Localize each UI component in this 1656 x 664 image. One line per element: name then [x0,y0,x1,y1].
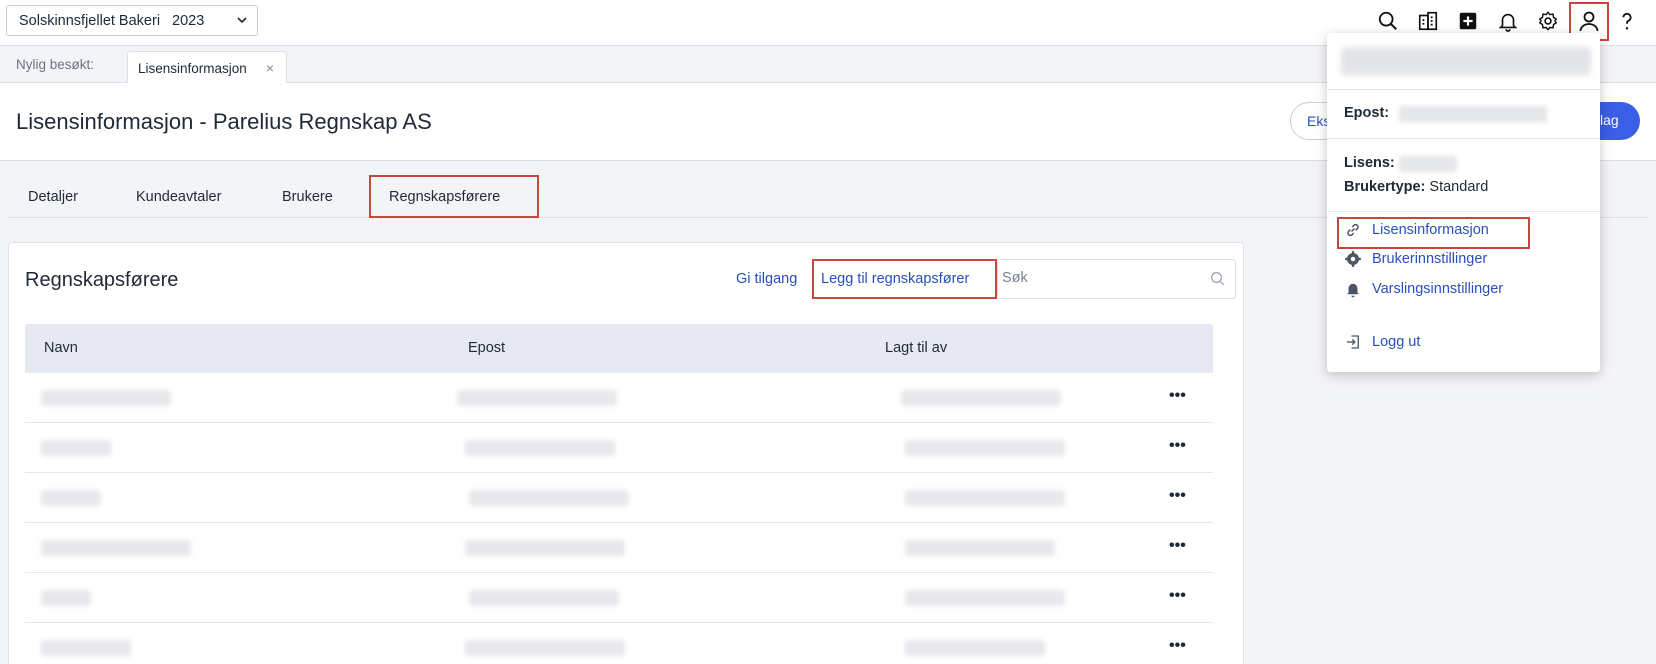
user-icon [1579,11,1599,32]
logout-label: Logg ut [1372,334,1421,350]
usertype-row: Brukertype: Standard [1344,179,1488,195]
column-header-lagt-til-av: Lagt til av [885,340,948,356]
usertype-value: Standard [1429,179,1489,195]
menu-item-brukerinnstillinger[interactable]: Brukerinnstillinger [1344,250,1487,268]
redacted-name [41,390,171,406]
redacted-email [465,640,625,656]
license-label: Lisens: [1344,155,1395,171]
column-header-navn: Navn [44,340,78,356]
redacted-name [41,640,131,656]
tab-brukere[interactable]: Brukere [282,189,333,205]
building-icon[interactable] [1415,8,1441,34]
email-row: Epost: [1344,105,1389,121]
accountants-table: Navn Epost Lagt til av ••• ••• ••• ••• •… [25,324,1213,664]
redacted-email [469,490,629,506]
table-row[interactable]: ••• [25,623,1213,664]
row-actions-button[interactable]: ••• [1169,437,1186,455]
recent-tab-lisensinformasjon[interactable]: Lisensinformasjon × [127,51,287,84]
tab-regnskapsforere-label: Regnskapsførere [389,189,501,205]
search-field[interactable] [997,259,1236,299]
give-access-link[interactable]: Gi tilgang [736,271,797,287]
card-title: Regnskapsførere [25,269,179,291]
logout-button[interactable]: Logg ut [1344,333,1420,351]
search-input[interactable] [998,260,1178,296]
usertype-label: Brukertype: [1344,179,1426,195]
user-dropdown-menu: Epost: Lisens: Brukertype: Standard Lise… [1327,33,1600,372]
table-header: Navn Epost Lagt til av [25,324,1213,373]
company-name: Solskinnsfjellet Bakeri [19,12,161,29]
bell-icon [1347,283,1359,298]
redacted-added-by [905,590,1065,606]
divider [1327,211,1600,212]
row-actions-button[interactable]: ••• [1169,587,1186,605]
menu-item-label: Brukerinnstillinger [1372,251,1488,267]
redacted-user-name [1341,47,1591,75]
accountants-card: Regnskapsførere Gi tilgang Legg til regn… [8,242,1244,664]
redacted-name [41,440,111,456]
redacted-added-by [901,390,1061,406]
row-actions-button[interactable]: ••• [1169,637,1186,655]
menu-item-label: Varslingsinnstillinger [1372,281,1504,297]
redacted-added-by [905,490,1065,506]
divider [1327,138,1600,139]
redacted-name [41,490,101,506]
gear-icon [1345,251,1361,267]
redacted-email [469,590,619,606]
plus-square-icon[interactable] [1455,8,1481,34]
menu-item-lisensinformasjon[interactable]: Lisensinformasjon [1344,221,1489,239]
recent-label: Nylig besøkt: [16,57,95,72]
recent-tab-label: Lisensinformasjon [138,61,247,76]
menu-item-label: Lisensinformasjon [1372,222,1489,238]
redacted-email [465,440,615,456]
row-actions-button[interactable]: ••• [1169,537,1186,555]
table-row[interactable]: ••• [25,573,1213,623]
redacted-email [457,390,617,406]
redacted-email [1399,106,1547,122]
table-row[interactable]: ••• [25,523,1213,573]
license-row: Lisens: [1344,155,1395,171]
close-icon[interactable]: × [266,60,274,76]
table-row[interactable]: ••• [25,373,1213,423]
redacted-added-by [905,640,1045,656]
table-row[interactable]: ••• [25,423,1213,473]
page-title: Lisensinformasjon - Parelius Regnskap AS [16,109,432,134]
tab-kundeavtaler[interactable]: Kundeavtaler [136,189,221,205]
redacted-added-by [905,540,1055,556]
tab-regnskapsforere[interactable]: Regnskapsførere [369,175,539,218]
redacted-name [41,540,191,556]
tab-detaljer[interactable]: Detaljer [28,189,78,205]
redacted-added-by [905,440,1065,456]
redacted-email [465,540,625,556]
logout-icon [1347,335,1359,349]
redacted-license [1399,156,1457,172]
email-label: Epost: [1344,105,1390,121]
search-icon [1211,272,1225,286]
bell-icon[interactable] [1495,8,1521,34]
company-year: 2023 [172,12,205,29]
help-icon[interactable] [1614,8,1640,34]
link-icon [1347,223,1359,237]
divider [1327,89,1600,90]
chevron-down-icon [237,17,247,24]
company-select[interactable]: Solskinnsfjellet Bakeri 2023 [6,5,258,36]
table-row[interactable]: ••• [25,473,1213,523]
column-header-epost: Epost [468,340,506,356]
row-actions-button[interactable]: ••• [1169,387,1186,405]
redacted-name [41,590,91,606]
row-actions-button[interactable]: ••• [1169,487,1186,505]
gear-icon[interactable] [1535,8,1561,34]
add-accountant-link[interactable]: Legg til regnskapsfører [812,259,997,299]
search-icon[interactable] [1375,8,1401,34]
menu-item-varslingsinnstillinger[interactable]: Varslingsinnstillinger [1344,280,1503,298]
